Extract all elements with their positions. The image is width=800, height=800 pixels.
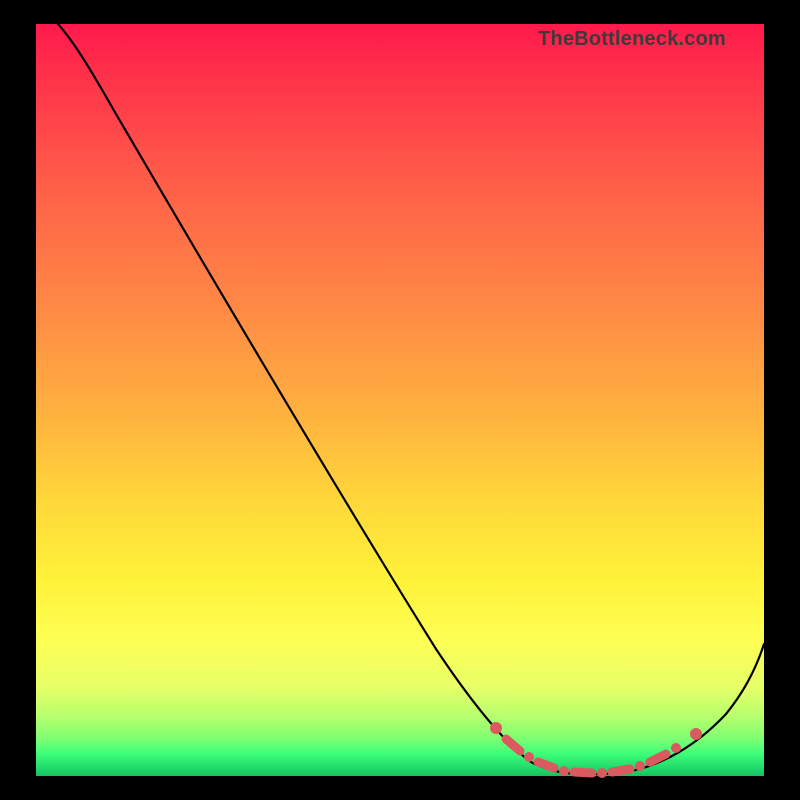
curve-layer [36, 24, 764, 776]
chart-frame: TheBottleneck.com [0, 0, 800, 800]
bottleneck-curve-line [58, 24, 764, 774]
plot-area: TheBottleneck.com [36, 24, 764, 776]
highlight-valley [490, 722, 702, 778]
